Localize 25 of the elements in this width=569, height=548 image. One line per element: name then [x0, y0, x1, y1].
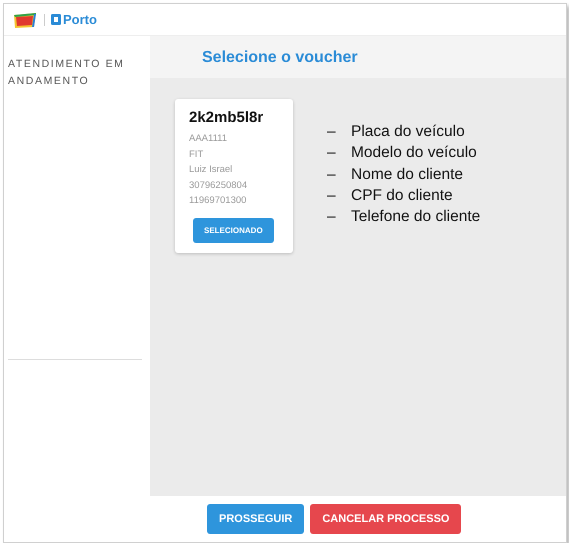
note-text: Telefone do cliente	[351, 207, 480, 228]
fit-logo-icon	[12, 10, 38, 28]
voucher-detail: 11969701300	[189, 194, 248, 208]
select-button[interactable]: SELECIONADO	[193, 218, 274, 242]
sidebar-title: ATENDIMENTO EM ANDAMENTO	[8, 57, 126, 89]
dash-marker: –	[327, 122, 337, 142]
dash-marker: –	[327, 164, 337, 185]
note-text: Placa do veículo	[351, 122, 465, 142]
dash-marker: –	[327, 186, 337, 206]
dash-marker: –	[327, 207, 337, 228]
voucher-detail: AAA1111	[189, 132, 228, 146]
voucher-detail: 30796250804	[189, 178, 248, 192]
voucher-detail: FIT	[189, 148, 204, 162]
page-title: Selecione o voucher	[150, 36, 566, 78]
porto-logo-icon	[51, 14, 61, 25]
dash-marker: –	[327, 143, 337, 164]
note-text: Modelo do veículo	[351, 143, 477, 164]
voucher-card[interactable]: 2k2mb5l8r AAA1111 FIT Luiz Israel 30796250804 11969701300 SELECIONADO	[175, 99, 293, 253]
proceed-button[interactable]: PROSSEGUIR	[207, 504, 304, 534]
voucher-code: 2k2mb5l8r	[189, 109, 264, 126]
note-text: Nome do cliente	[351, 164, 464, 185]
voucher-detail: Luiz Israel	[189, 163, 234, 177]
cancel-button[interactable]: CANCELAR PROCESSO	[310, 504, 462, 534]
brand-name: Porto	[63, 12, 97, 27]
note-text: CPF do cliente	[351, 186, 453, 206]
